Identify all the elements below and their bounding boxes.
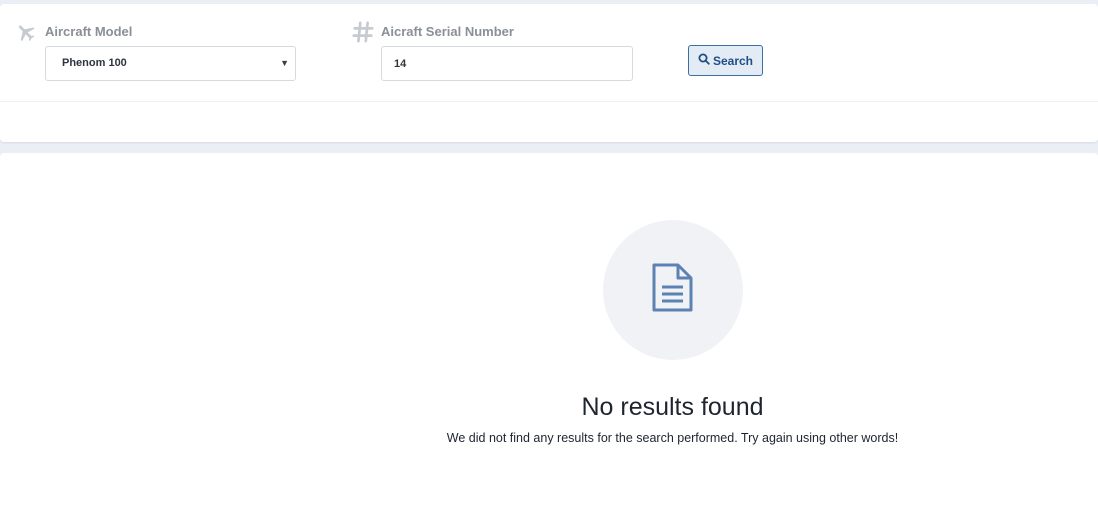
document-icon bbox=[650, 262, 696, 319]
serial-number-input[interactable] bbox=[381, 46, 633, 81]
results-panel: No results found We did not find any res… bbox=[0, 153, 1098, 529]
search-icon bbox=[698, 53, 710, 68]
empty-state-badge bbox=[603, 220, 743, 360]
panel-divider bbox=[0, 101, 1098, 102]
chevron-down-icon: ▼ bbox=[280, 58, 289, 68]
hash-icon bbox=[352, 21, 374, 43]
aircraft-model-value: Phenom 100 bbox=[62, 57, 127, 69]
search-button[interactable]: Search bbox=[688, 45, 763, 76]
no-results-title: No results found bbox=[581, 393, 764, 421]
aircraft-model-label: Aircraft Model bbox=[45, 24, 133, 39]
serial-number-label: Aicraft Serial Number bbox=[381, 24, 514, 39]
search-panel: Aircraft Model Phenom 100 ▼ Aicraft Seri… bbox=[0, 4, 1098, 142]
airplane-icon bbox=[15, 21, 37, 43]
no-results-message: We did not find any results for the sear… bbox=[446, 431, 899, 445]
aircraft-model-select[interactable]: Phenom 100 ▼ bbox=[45, 46, 296, 81]
search-button-label: Search bbox=[712, 53, 754, 68]
